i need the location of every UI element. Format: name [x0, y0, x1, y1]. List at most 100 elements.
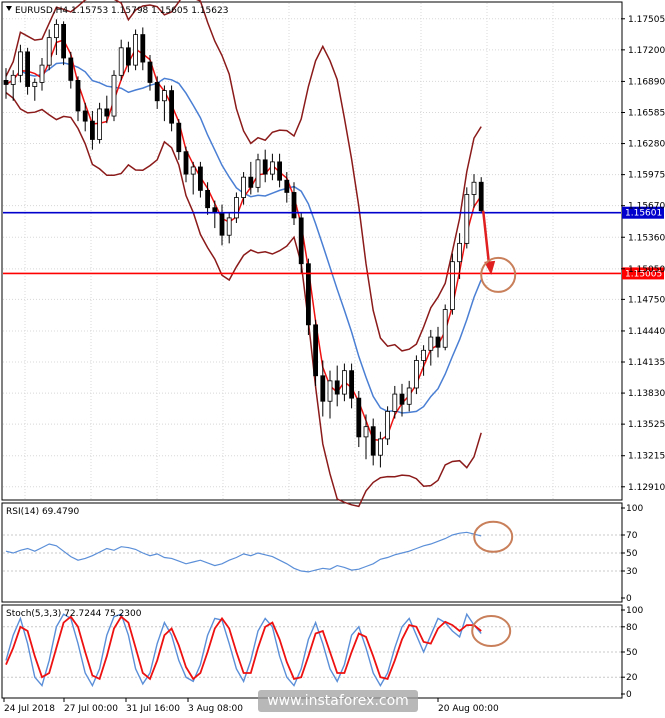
price-tick-label: 1.13830 — [628, 389, 665, 399]
candle-body — [356, 397, 362, 438]
candle-body — [111, 74, 117, 117]
candle-body — [341, 370, 347, 395]
symbol-header: EURUSD,H4 1.15753 1.15798 1.15605 1.1562… — [15, 6, 228, 16]
price-tick-label: 1.16585 — [628, 108, 665, 118]
time-tick-label: 3 Aug 08:00 — [188, 704, 243, 714]
candle-body — [140, 34, 146, 63]
candle-body — [190, 166, 196, 175]
candle-body — [291, 192, 297, 219]
candle-body — [176, 122, 182, 153]
candle-body — [313, 324, 319, 377]
candle-body — [269, 161, 275, 175]
candle-body — [464, 194, 470, 244]
price-panel-frame — [1, 1, 623, 501]
rsi-tick-label: 30 — [626, 567, 638, 577]
price-tick-label: 1.13525 — [628, 420, 665, 430]
candle-body — [10, 74, 16, 85]
candle-body — [478, 181, 484, 212]
price-axis: 1.17505 1.17200 1.16890 1.16585 1.16280 1.159… — [621, 15, 665, 493]
candle-body — [385, 411, 391, 440]
candle-body — [428, 336, 434, 351]
candle-body — [75, 80, 81, 112]
candle-body — [126, 47, 131, 66]
candle-body — [435, 336, 441, 348]
candle-body — [406, 387, 412, 405]
stoch-tick-label: 20 — [626, 673, 638, 683]
candle-body — [32, 82, 38, 87]
candle-body — [54, 23, 59, 39]
price-tick-label: 1.14135 — [628, 358, 665, 368]
candle-body — [197, 166, 203, 191]
candle-body — [39, 64, 45, 83]
candle-body — [3, 80, 9, 85]
candle-body — [471, 181, 477, 195]
candle-body — [233, 197, 239, 219]
rsi-tick-label: 50 — [626, 549, 638, 559]
candle-body — [457, 242, 463, 263]
candle-body — [183, 151, 189, 175]
candle-body — [219, 212, 225, 236]
price-tick-label: 1.15975 — [628, 171, 665, 181]
price-tick-label: 1.12910 — [628, 483, 665, 493]
candle-body — [449, 261, 455, 310]
price-tick-label: 1.16890 — [628, 77, 665, 87]
candle-body — [17, 51, 23, 76]
price-tick-label: 1.15360 — [628, 233, 665, 243]
candle-body — [82, 110, 88, 122]
stoch-tick-label: 80 — [626, 623, 638, 633]
candle-body — [226, 217, 232, 236]
candle-body — [298, 217, 304, 265]
stoch-label: Stoch(5,3,3) 72.7244 75.2300 — [6, 609, 142, 619]
rsi-tick-label: 70 — [626, 531, 638, 541]
candle-body — [413, 360, 419, 389]
candle-body — [262, 159, 268, 175]
stoch-tick-label: 100 — [626, 606, 643, 616]
candle-body — [377, 438, 383, 456]
time-tick-label: 24 Jul 2018 — [4, 704, 55, 714]
candle-body — [392, 393, 398, 412]
candle-body — [205, 190, 211, 209]
stoch-tick-label: 0 — [626, 690, 632, 700]
candle-body — [46, 37, 52, 66]
time-tick-label: 31 Jul 16:00 — [126, 704, 180, 714]
time-axis: 24 Jul 2018 27 Jul 00:00 31 Jul 16:00 3 Aug… — [3, 698, 499, 714]
candle-body — [161, 90, 167, 102]
candle-body — [25, 51, 31, 87]
candle-body — [68, 57, 74, 81]
candle-body — [241, 176, 247, 198]
rsi-tick-label: 100 — [626, 504, 643, 514]
price-tick-label: 1.16280 — [628, 140, 665, 150]
candle-body — [255, 159, 261, 188]
price-tick-label: 1.15670 — [628, 202, 665, 212]
stoch-tick-label: 50 — [626, 648, 638, 658]
chart-canvas: 1.156011.15005 1.175051.172001.168901.16… — [1, 0, 665, 714]
candle-body — [248, 176, 254, 188]
candle-body — [61, 23, 66, 59]
candle-body — [334, 380, 340, 395]
rsi-tick-label: 0 — [626, 594, 632, 604]
rsi-label: RSI(14) 69.4790 — [6, 507, 79, 517]
price-tick-label: 1.17200 — [628, 46, 665, 56]
candle-body — [421, 349, 427, 361]
price-tick-label: 1.14750 — [628, 295, 665, 305]
time-tick-label: 27 Jul 00:00 — [64, 704, 118, 714]
price-tick-label: 1.13215 — [628, 452, 665, 462]
price-tick-label: 1.15050 — [628, 265, 665, 275]
candle-body — [442, 309, 448, 348]
candle-body — [133, 34, 139, 66]
candle-body — [147, 61, 153, 83]
candle-body — [320, 375, 326, 402]
price-tick-label: 1.14440 — [628, 327, 665, 337]
candle-body — [154, 82, 160, 102]
candle-body — [277, 161, 283, 181]
candle-body — [97, 108, 102, 140]
time-tick-label: 20 Aug 00:00 — [438, 704, 499, 714]
candle-body — [363, 426, 369, 438]
candle-body — [118, 47, 124, 76]
candle-body — [370, 426, 376, 456]
candle-body — [104, 108, 110, 117]
candle-body — [327, 380, 333, 402]
candle-body — [90, 120, 95, 140]
candle-body — [349, 370, 355, 399]
price-tick-label: 1.17505 — [628, 15, 665, 25]
